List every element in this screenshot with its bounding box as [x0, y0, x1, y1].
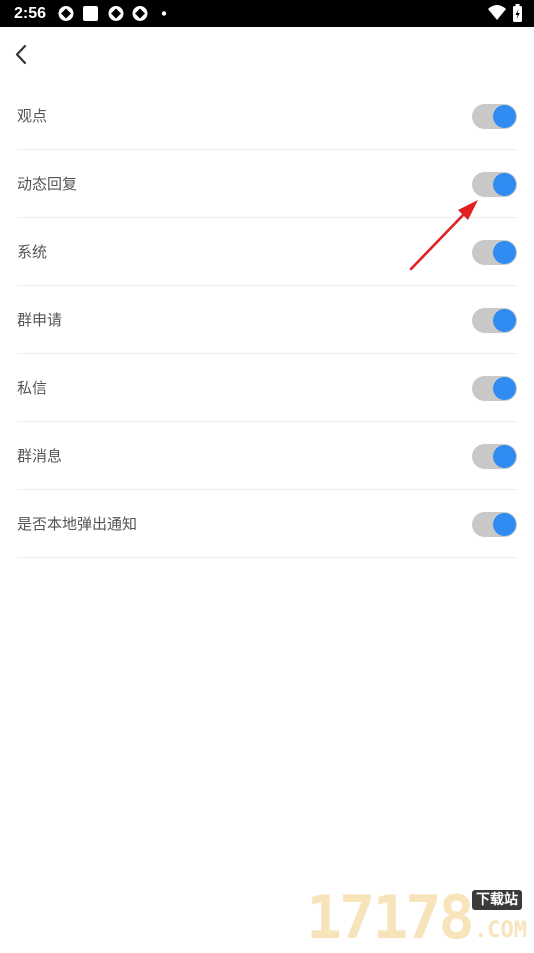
- status-bar: 2:56: [0, 0, 534, 27]
- settings-row-label: 群申请: [17, 311, 63, 329]
- toggle-knob: [493, 445, 516, 468]
- watermark: 17178 下载站 .COM: [306, 884, 534, 950]
- local-popup-toggle[interactable]: [472, 512, 517, 537]
- status-time: 2:56: [14, 5, 47, 22]
- wifi-icon: [488, 5, 506, 20]
- viewpoint-toggle[interactable]: [472, 104, 517, 129]
- app-notification-icon: [132, 6, 148, 21]
- settings-row-label: 群消息: [17, 447, 63, 465]
- status-notification-icons: [58, 6, 167, 21]
- group-message-toggle[interactable]: [472, 444, 517, 469]
- notification-settings-list: 观点 动态回复 系统 群申请 私信 群消息 是否本地弹出通知: [17, 82, 517, 558]
- toggle-knob: [493, 377, 516, 400]
- watermark-badge: 下载站: [472, 890, 522, 910]
- toggle-knob: [493, 241, 516, 264]
- back-button[interactable]: [8, 40, 36, 70]
- settings-row-group-message: 群消息: [17, 422, 517, 490]
- toggle-knob: [493, 513, 516, 536]
- annotation-arrow-icon: [409, 200, 478, 271]
- watermark-digits: 17178: [306, 883, 475, 953]
- watermark-domain: .COM: [474, 918, 527, 943]
- settings-row-private-message: 私信: [17, 354, 517, 422]
- settings-row-label: 观点: [17, 107, 48, 125]
- app-notification-icon: [108, 6, 124, 21]
- chevron-left-icon: [15, 44, 27, 65]
- settings-row-label: 系统: [17, 243, 48, 261]
- dot-icon: [161, 11, 167, 16]
- toggle-knob: [493, 105, 516, 128]
- settings-row-label: 是否本地弹出通知: [17, 515, 138, 533]
- stop-square-icon: [83, 6, 98, 21]
- battery-charging-icon: [513, 4, 522, 22]
- settings-row-viewpoint: 观点: [17, 82, 517, 150]
- status-system-icons: [488, 4, 522, 22]
- settings-row-group-request: 群申请: [17, 286, 517, 354]
- settings-row-label: 动态回复: [17, 175, 78, 193]
- settings-row-label: 私信: [17, 379, 48, 397]
- settings-row-local-popup: 是否本地弹出通知: [17, 490, 517, 558]
- toggle-knob: [493, 309, 516, 332]
- toggle-knob: [493, 173, 516, 196]
- private-message-toggle[interactable]: [472, 376, 517, 401]
- group-request-toggle[interactable]: [472, 308, 517, 333]
- app-notification-icon: [58, 6, 74, 21]
